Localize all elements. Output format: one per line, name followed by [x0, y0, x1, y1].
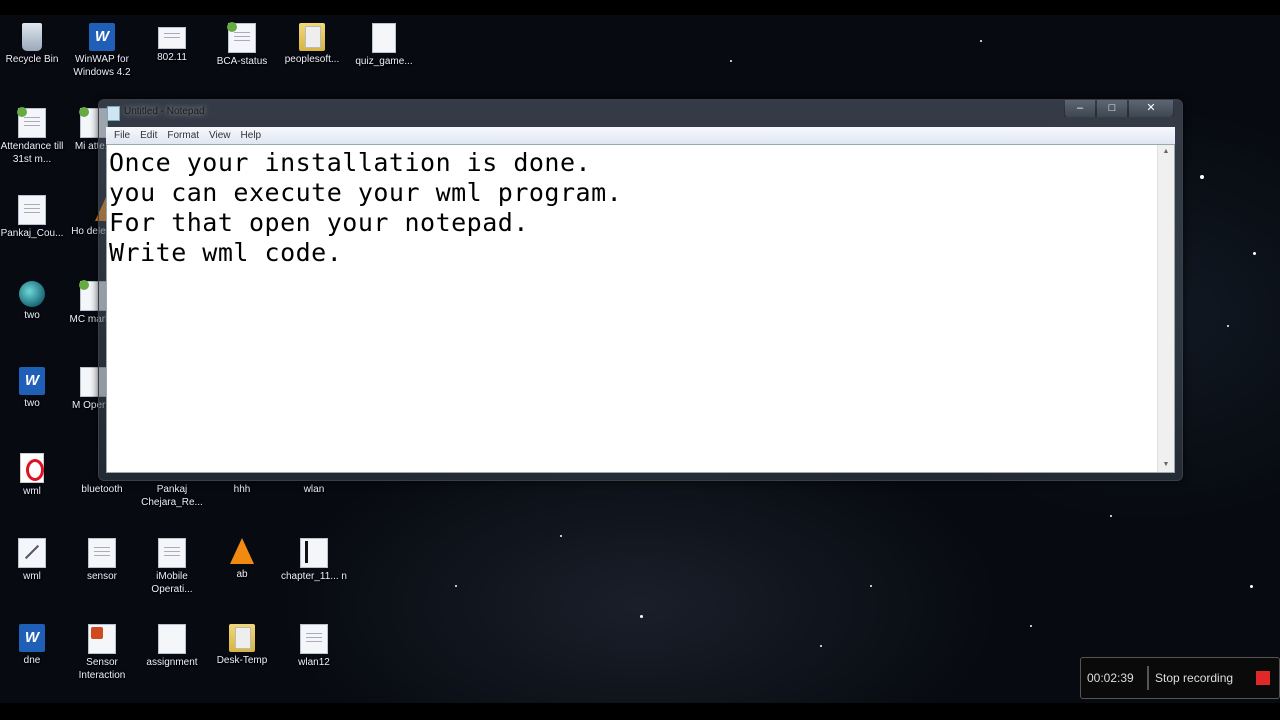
letterbox-bottom: [0, 703, 1280, 720]
star: [1253, 252, 1256, 255]
desktop-icon-wml-script[interactable]: wml: [0, 538, 67, 583]
scroll-down-arrow-icon[interactable]: ▼: [1158, 458, 1174, 472]
minimize-button[interactable]: –: [1064, 100, 1096, 118]
recycle-bin-icon: [22, 23, 42, 51]
document-icon: [17, 107, 46, 138]
powerpoint-icon: [88, 624, 116, 654]
desktop-icon-recycle-bin[interactable]: Recycle Bin: [0, 23, 67, 66]
star: [455, 585, 457, 587]
notepad-app-icon: [107, 106, 120, 121]
desktop-icon-802-11[interactable]: 802.11: [137, 23, 207, 64]
opera-icon: [20, 453, 44, 483]
winwap-icon: W: [89, 23, 115, 51]
desktop-icon-pankaj-cou[interactable]: Pankaj_Cou...: [0, 195, 67, 240]
desktop-icon-winwap[interactable]: W WinWAP for Windows 4.2: [67, 23, 137, 79]
close-button[interactable]: ✕: [1128, 100, 1174, 118]
recording-timer: 00:02:39: [1087, 671, 1134, 685]
maximize-button[interactable]: □: [1096, 100, 1128, 118]
document-icon: [158, 27, 186, 49]
desktop-icon-quiz-game[interactable]: quiz_game...: [349, 23, 419, 68]
desktop-icon-wml-opera[interactable]: wml: [0, 453, 67, 498]
desktop-icon-chapter[interactable]: chapter_11... n: [279, 538, 349, 583]
desktop-icon-attendance[interactable]: Attendance till 31st m...: [0, 107, 67, 166]
menu-format[interactable]: Format: [163, 130, 205, 141]
document-icon: [158, 538, 186, 568]
folder-icon: [229, 624, 255, 652]
globe-icon: [19, 281, 45, 307]
desktop-icon-sensor[interactable]: sensor: [67, 538, 137, 583]
document-icon: [158, 624, 186, 654]
desktop-icon-ab[interactable]: ab: [207, 538, 277, 581]
vlc-icon: [229, 538, 255, 566]
desktop-icon-dne[interactable]: W dne: [0, 624, 67, 667]
star: [1030, 625, 1032, 627]
desktop-icon-two-globe[interactable]: two: [0, 281, 67, 322]
word-icon: W: [19, 367, 45, 395]
desktop-icon-sensor-interaction[interactable]: Sensor Interaction: [67, 624, 137, 682]
star: [1227, 325, 1229, 327]
text-editor[interactable]: Once your installation is done. you can …: [106, 144, 1175, 473]
notepad-titlebar[interactable]: Untitled - Notepad – □ ✕: [99, 100, 1182, 124]
window-title: Untitled - Notepad: [124, 106, 205, 117]
desktop-icon-assignment[interactable]: assignment: [137, 624, 207, 669]
star: [1200, 175, 1204, 179]
desktop-icon-peoplesoft[interactable]: peoplesoft...: [277, 23, 347, 66]
document-icon: [227, 22, 256, 53]
menu-edit[interactable]: Edit: [136, 130, 163, 141]
document-icon: [18, 195, 46, 225]
menu-view[interactable]: View: [205, 130, 237, 141]
desktop-icon-wlan12[interactable]: wlan12: [279, 624, 349, 669]
word-icon: W: [19, 624, 45, 652]
folder-icon: [299, 23, 325, 51]
script-icon: [18, 538, 46, 568]
menu-file[interactable]: File: [110, 130, 136, 141]
star: [640, 615, 643, 618]
desktop-icon-desk-temp[interactable]: Desk-Temp: [207, 624, 277, 667]
star: [980, 40, 982, 42]
divider: [1147, 666, 1149, 690]
document-icon: [300, 538, 328, 568]
star: [730, 60, 732, 62]
star: [1110, 515, 1112, 517]
stop-recording-button[interactable]: Stop recording: [1155, 671, 1233, 685]
menu-help[interactable]: Help: [237, 130, 268, 141]
scroll-up-arrow-icon[interactable]: ▲: [1158, 145, 1174, 159]
stop-icon[interactable]: [1256, 671, 1270, 685]
vertical-scrollbar[interactable]: ▲ ▼: [1157, 145, 1174, 472]
document-icon: [372, 23, 396, 53]
screen-recorder-widget: 00:02:39 Stop recording: [1080, 657, 1280, 699]
desktop-icon-imobile[interactable]: iMobile Operati...: [137, 538, 207, 596]
document-icon: [300, 624, 328, 654]
star: [820, 645, 822, 647]
letterbox-top: [0, 0, 1280, 15]
notepad-window[interactable]: Untitled - Notepad – □ ✕ File Edit Forma…: [98, 99, 1183, 481]
star: [1250, 585, 1253, 588]
star: [870, 585, 872, 587]
editor-content[interactable]: Once your installation is done. you can …: [109, 148, 622, 268]
menu-bar: File Edit Format View Help: [106, 127, 1175, 144]
window-controls: – □ ✕: [1064, 100, 1174, 118]
document-icon: [88, 538, 116, 568]
desktop-icon-two-word[interactable]: W two: [0, 367, 67, 410]
star: [560, 535, 562, 537]
desktop-icon-bca-status[interactable]: BCA-status: [207, 22, 277, 68]
